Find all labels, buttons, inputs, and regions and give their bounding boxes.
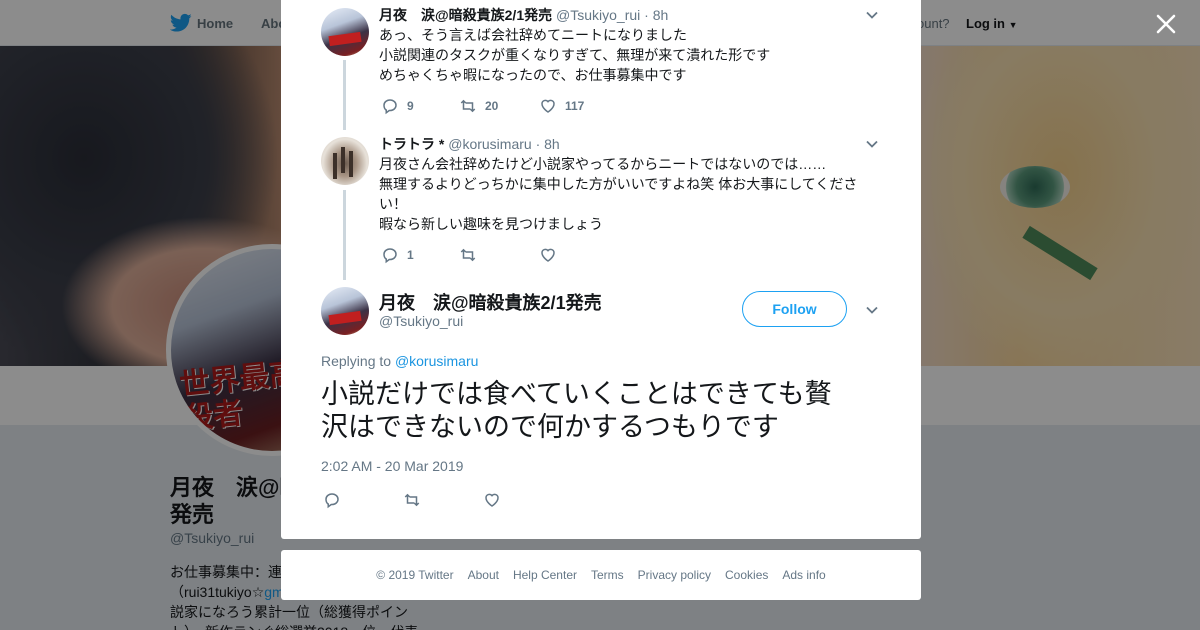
thread-connector <box>343 60 346 130</box>
tweet-text-line: い！ <box>379 196 407 212</box>
close-icon[interactable] <box>1154 12 1178 36</box>
avatar[interactable] <box>321 287 369 335</box>
reply-button[interactable] <box>323 490 341 510</box>
tweet-time[interactable]: · 8h <box>536 136 560 152</box>
main-tweet-actions <box>323 490 623 510</box>
reply-icon <box>383 99 397 115</box>
reply-icon <box>383 248 397 264</box>
retweet-icon <box>460 99 476 113</box>
tweet-text-line: あっ、そう言えば会社辞めてニートになりました <box>379 27 687 43</box>
main-tweet-text-line: 小説だけでは食べていくことはできても贅 <box>321 379 832 410</box>
footer-about-link[interactable]: About <box>468 568 499 582</box>
heart-icon <box>541 248 555 262</box>
chevron-down-icon[interactable] <box>865 137 879 151</box>
footer-help-link[interactable]: Help Center <box>513 568 577 582</box>
retweet-button[interactable] <box>459 245 485 265</box>
retweet-count: 20 <box>485 99 499 113</box>
tweet-author-name[interactable]: 月夜 涙@暗殺貴族2/1発売 <box>379 7 552 23</box>
retweet-icon <box>460 248 476 262</box>
tweet-text-line: 月夜さん会社辞めたけど小説家やってるからニートではないのでは…… <box>379 156 827 172</box>
thread-connector <box>343 190 346 280</box>
avatar[interactable] <box>321 8 369 56</box>
tweet-author-handle[interactable]: @korusimaru <box>448 136 531 152</box>
like-count: 117 <box>565 99 585 113</box>
footer-cookies-link[interactable]: Cookies <box>725 568 768 582</box>
main-tweet-text-line: 沢はできないので何かするつもりです <box>321 412 779 443</box>
replying-to-link[interactable]: @korusimaru <box>395 353 478 369</box>
like-button[interactable] <box>483 490 501 510</box>
follow-button[interactable]: Follow <box>742 291 847 327</box>
tweet-time[interactable]: · 8h <box>644 7 668 23</box>
main-tweet-text: 小説だけでは食べていくことはできても贅 沢はできないので何かするつもりです <box>321 378 881 444</box>
like-button[interactable] <box>539 245 565 265</box>
tweet-text-line: 小説関連のタスクが重くなりすぎて、無理が来て潰れた形です <box>379 47 771 63</box>
footer-terms-link[interactable]: Terms <box>591 568 624 582</box>
tweet-header: 月夜 涙@暗殺貴族2/1発売 @Tsukiyo_rui · 8h <box>379 6 668 24</box>
tweet-actions: 1 <box>381 245 681 265</box>
footer-copyright: © 2019 Twitter <box>376 568 454 582</box>
retweet-icon <box>404 493 420 507</box>
reply-button[interactable]: 9 <box>381 96 414 116</box>
main-tweet-author-name[interactable]: 月夜 涙@暗殺貴族2/1発売 <box>379 289 602 315</box>
tweet-author-handle[interactable]: @Tsukiyo_rui <box>556 7 640 23</box>
chevron-down-icon[interactable] <box>865 8 879 22</box>
modal-footer: © 2019 Twitter About Help Center Terms P… <box>281 550 921 600</box>
tweet-text: あっ、そう言えば会社辞めてニートになりました 小説関連のタスクが重くなりすぎて、… <box>379 25 869 85</box>
replying-prefix: Replying to <box>321 353 392 369</box>
reply-count: 1 <box>407 248 414 262</box>
replying-to: Replying to @korusimaru <box>321 353 478 369</box>
heart-icon <box>485 493 499 507</box>
main-tweet-author-handle[interactable]: @Tsukiyo_rui <box>379 313 463 329</box>
chevron-down-icon[interactable] <box>865 303 879 317</box>
tweet-modal: 月夜 涙@暗殺貴族2/1発売 @Tsukiyo_rui · 8h あっ、そう言え… <box>281 0 921 539</box>
retweet-button[interactable] <box>403 490 421 510</box>
tweet-author-name[interactable]: トラトラ * <box>379 136 444 152</box>
reply-button[interactable]: 1 <box>381 245 414 265</box>
footer-ads-link[interactable]: Ads info <box>782 568 825 582</box>
heart-icon <box>541 99 555 113</box>
tweet-text-line: めちゃくちゃ暇になったので、お仕事募集中です <box>379 67 687 83</box>
tweet-header: トラトラ * @korusimaru · 8h <box>379 135 560 153</box>
retweet-button[interactable]: 20 <box>459 96 498 116</box>
tweet-actions: 9 20 117 <box>381 96 681 116</box>
reply-icon <box>325 493 339 509</box>
main-tweet-timestamp[interactable]: 2:02 AM - 20 Mar 2019 <box>321 458 463 474</box>
tweet-text-line: 暇なら新しい趣味を見つけましょう <box>379 216 603 232</box>
tweet-text-line: 無理するよりどっちかに集中した方がいいですよね笑 体お大事にしてくださ <box>379 176 858 192</box>
like-button[interactable]: 117 <box>539 96 584 116</box>
reply-count: 9 <box>407 99 414 113</box>
avatar[interactable] <box>321 137 369 185</box>
tweet-text: 月夜さん会社辞めたけど小説家やってるからニートではないのでは…… 無理するよりど… <box>379 154 869 234</box>
footer-privacy-link[interactable]: Privacy policy <box>638 568 711 582</box>
